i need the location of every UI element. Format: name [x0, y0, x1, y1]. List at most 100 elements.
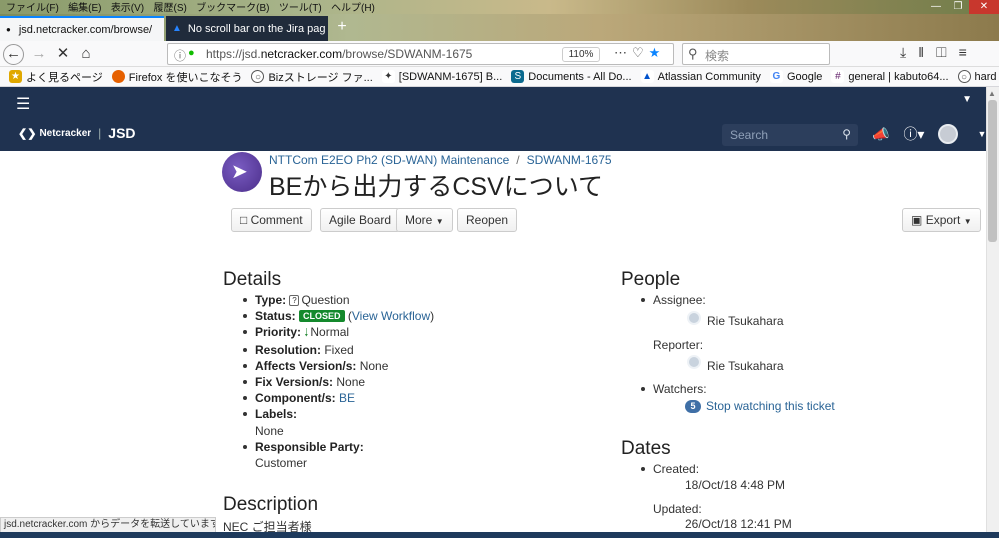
browser-menubar: ファイル(F) 編集(E) 表示(V) 履歴(S) ブックマーク(B) ツール(…: [0, 0, 999, 14]
maximize-icon[interactable]: ❐: [947, 0, 969, 14]
browser-search-box[interactable]: ⚲ 検索: [682, 43, 830, 65]
component-link[interactable]: BE: [339, 391, 355, 405]
bookmark-item[interactable]: ✦ [SDWANM-1675] B...: [381, 70, 502, 83]
logo-divider: |: [98, 126, 102, 140]
detail-type: Type: ? Question: [241, 292, 571, 308]
bookmark-item[interactable]: # general | kabuto64...: [831, 70, 949, 83]
bookmark-item[interactable]: G Google: [769, 70, 822, 83]
window-close-icon[interactable]: ✕: [969, 0, 999, 14]
chevron-down-icon[interactable]: ▼: [962, 94, 972, 105]
dates-heading: Dates: [621, 438, 671, 459]
tab-close-icon[interactable]: ×: [325, 22, 328, 36]
status-badge: CLOSED: [299, 310, 345, 323]
new-tab-button[interactable]: +: [332, 16, 352, 38]
bookmark-item[interactable]: ▲ Atlassian Community: [640, 70, 761, 83]
avatar: [687, 355, 701, 369]
updated-label: Updated:: [653, 502, 702, 516]
priority-arrow-down-icon: 🠓: [304, 327, 309, 340]
minimize-icon[interactable]: —: [925, 0, 947, 14]
detail-status: Status: CLOSED (View Workflow): [241, 308, 571, 324]
window-controls: — ❐ ✕: [925, 0, 999, 14]
product-name: JSD: [108, 125, 136, 141]
atlassian-icon: ▲: [640, 70, 654, 83]
help-icon[interactable]: ⓘ▾: [903, 124, 924, 144]
stop-watching-link[interactable]: Stop watching this ticket: [706, 399, 835, 413]
page-actions-icon[interactable]: ⋯: [614, 45, 632, 60]
reporter-name[interactable]: Rie Tsukahara: [707, 359, 784, 373]
download-icon[interactable]: ⤓: [900, 44, 918, 60]
people-list: Assignee:: [639, 292, 706, 308]
breadcrumb-separator: /: [516, 153, 520, 167]
tab-strip: ● jsd.netcracker.com/browse/ ▲ No scroll…: [0, 14, 999, 41]
more-button[interactable]: More ▼: [396, 208, 453, 232]
sharepoint-icon: S: [511, 70, 525, 83]
jira-search-placeholder: Search: [730, 128, 769, 142]
pocket-icon[interactable]: ♡: [632, 45, 649, 60]
sidebar-icon[interactable]: ◫: [936, 44, 959, 60]
export-button[interactable]: ▣ Export ▼: [902, 208, 981, 232]
breadcrumb-issue-key[interactable]: SDWANM-1675: [527, 153, 612, 167]
toolbar-icons: ⤓‖◫≡: [900, 44, 979, 61]
avatar[interactable]: [938, 124, 959, 144]
avatar: [687, 311, 701, 325]
tab-scroll-bar-question[interactable]: ▲ No scroll bar on the Jira pag ×: [166, 16, 328, 41]
url-bar[interactable]: ⓘ ● https://jsd.netcracker.com/browse/SD…: [167, 43, 674, 65]
details-list: Type: ? Question Status: CLOSED (View Wor…: [241, 292, 571, 471]
agile-board-button[interactable]: Agile Board: [320, 208, 401, 232]
zoom-level[interactable]: 110%: [562, 47, 600, 62]
url-text[interactable]: https://jsd.netcracker.com/browse/SDWANM…: [206, 47, 472, 61]
tab-jira-issue[interactable]: ● jsd.netcracker.com/browse/: [0, 16, 164, 41]
project-avatar[interactable]: ➤: [222, 152, 262, 192]
watchers-label: Watchers:: [639, 381, 707, 397]
os-taskbar: [0, 532, 999, 538]
menu-icon[interactable]: ≡: [959, 44, 979, 60]
back-arrow-icon[interactable]: ←: [3, 44, 24, 65]
stop-loading-icon[interactable]: ✕: [52, 44, 74, 64]
home-icon[interactable]: ⌂: [75, 44, 97, 64]
detail-priority: Priority: 🠓 Normal: [241, 324, 571, 341]
reporter-label: Reporter:: [653, 338, 704, 352]
scroll-up-icon[interactable]: ▲: [988, 89, 996, 98]
info-icon[interactable]: ⓘ: [174, 47, 186, 64]
created-date: 18/Oct/18 4:48 PM: [685, 478, 786, 492]
jira-header: ❮❯ Netcracker | JSD Search ⚲ 📣 ⓘ▾ ▼: [0, 117, 999, 151]
comment-button[interactable]: □ Comment: [231, 208, 312, 232]
view-workflow-link[interactable]: View Workflow: [352, 309, 430, 323]
bookmark-item[interactable]: S Documents - All Do...: [511, 70, 632, 83]
updated-date: 26/Oct/18 12:41 PM: [685, 517, 792, 531]
bookmark-item[interactable]: ○hard refresh in Chr...: [957, 70, 999, 83]
jira-icon: ✦: [381, 70, 395, 83]
detail-fix-version: Fix Version/s: None: [241, 374, 571, 390]
dates-list: Created:: [639, 461, 699, 477]
scrollbar-thumb[interactable]: [988, 100, 997, 242]
library-icon[interactable]: ‖: [918, 44, 936, 60]
chevron-down-icon: ▼: [963, 217, 972, 226]
brand-name: Netcracker: [39, 127, 92, 139]
tab-dot-icon: ●: [6, 25, 11, 34]
watchers-count-badge[interactable]: 5: [685, 400, 701, 413]
watchers-list: Watchers:: [639, 381, 707, 397]
watchers-row: 5 Stop watching this ticket: [685, 399, 835, 413]
page-action-icons: ⋯♡★: [614, 45, 665, 61]
assignee-name[interactable]: Rie Tsukahara: [707, 314, 784, 328]
reopen-button[interactable]: Reopen: [457, 208, 518, 232]
megaphone-icon[interactable]: 📣: [872, 126, 889, 143]
netcracker-logo[interactable]: ❮❯ Netcracker | JSD: [18, 125, 136, 141]
export-icon: ▣: [911, 213, 923, 227]
bookmark-item[interactable]: ○ Bizストレージ ファ...: [251, 69, 373, 85]
bookmark-star-icon[interactable]: ★: [649, 45, 666, 60]
search-icon: ⚲: [688, 46, 698, 61]
breadcrumb-project[interactable]: NTTCom E2EO Ph2 (SD-WAN) Maintenance: [269, 153, 509, 167]
bookmark-item[interactable]: Firefox を使いこなそう: [111, 69, 242, 85]
netcracker-mark-icon: ❮❯: [18, 127, 37, 140]
description-heading: Description: [223, 494, 319, 515]
globe-icon: ○: [957, 70, 971, 83]
slack-icon: #: [831, 70, 845, 83]
bookmark-item[interactable]: ★ よく見るページ: [9, 69, 103, 85]
header-icons: 📣 ⓘ▾ ▼: [872, 124, 999, 144]
forward-arrow-icon[interactable]: →: [28, 44, 50, 64]
jira-top-bar: ☰ ▼: [0, 87, 999, 117]
hamburger-menu-icon[interactable]: ☰: [16, 94, 30, 114]
jira-search-input[interactable]: Search ⚲: [722, 124, 858, 146]
lock-icon: ●: [188, 47, 195, 59]
